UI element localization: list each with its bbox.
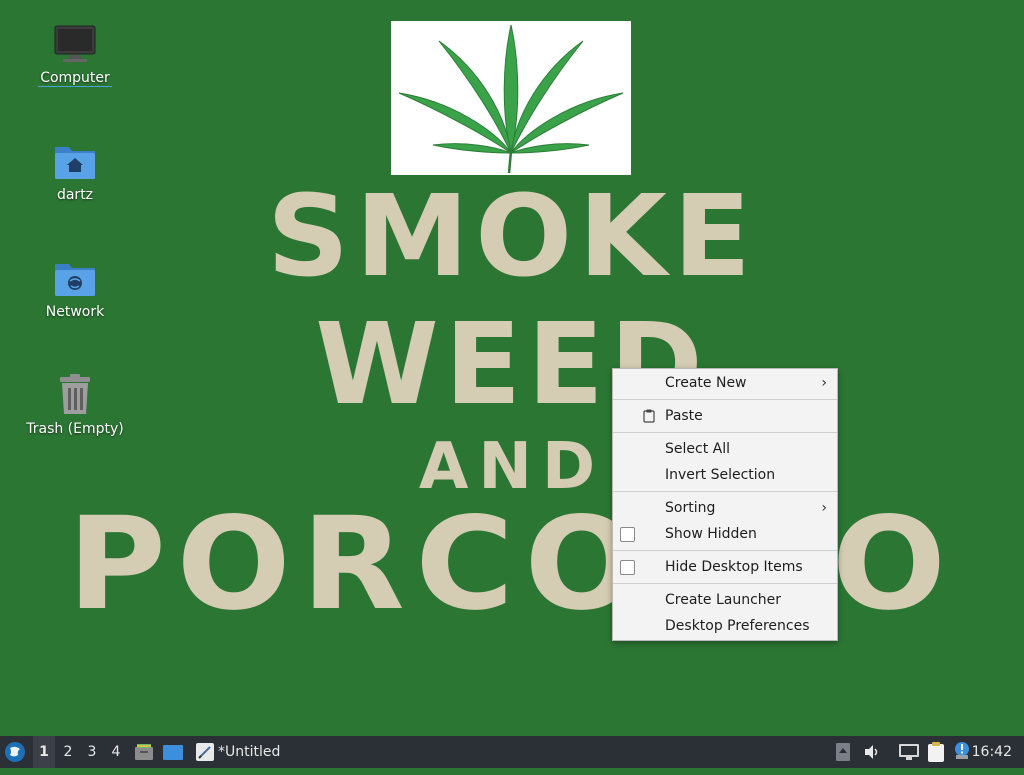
menu-separator (613, 583, 837, 584)
home-folder-icon (53, 139, 97, 183)
menu-item-desktop-preferences[interactable]: Desktop Preferences (613, 613, 837, 639)
paste-icon (643, 409, 655, 423)
desktop-icon-network[interactable]: Network (20, 256, 130, 320)
menu-item-hide-desktop-items[interactable]: Hide Desktop Items (613, 554, 837, 580)
menu-item-invert-selection[interactable]: Invert Selection (613, 462, 837, 488)
chevron-right-icon: › (821, 375, 827, 391)
menu-item-label: Show Hidden (665, 526, 757, 542)
menu-item-select-all[interactable]: Select All (613, 436, 837, 462)
menu-item-label: Select All (665, 441, 730, 457)
menu-separator (613, 491, 837, 492)
workspace-4[interactable]: 4 (105, 736, 127, 768)
menu-item-create-launcher[interactable]: Create Launcher (613, 587, 837, 613)
desktop-icon-home-folder[interactable]: dartz (20, 139, 130, 203)
desktop-icon-label: Computer (38, 70, 112, 87)
notification-icon (955, 742, 969, 759)
workspace-2[interactable]: 2 (57, 736, 79, 768)
wallpaper-text-line-2: WEED (315, 300, 709, 430)
file-manager-launcher[interactable] (134, 736, 156, 768)
workspace-3[interactable]: 3 (81, 736, 103, 768)
menu-separator (613, 432, 837, 433)
workspace-label: 1 (39, 744, 49, 760)
menu-item-label: Create Launcher (665, 592, 782, 608)
trash-icon (53, 373, 97, 417)
clock[interactable]: 16:42 (972, 736, 1012, 768)
workspace-1[interactable]: 1 (33, 736, 55, 768)
menu-item-label: Desktop Preferences (665, 618, 810, 634)
menu-item-show-hidden[interactable]: Show Hidden (613, 521, 837, 547)
start-menu-icon (5, 742, 25, 762)
desktop-context-menu: Create New › Paste Select All Invert Sel… (612, 368, 838, 641)
cannabis-leaf-icon (398, 24, 624, 174)
desktop-icon-label: dartz (56, 187, 94, 203)
desktop-icon-trash[interactable]: Trash (Empty) (20, 373, 130, 437)
hide-desktop-items-checkbox[interactable] (620, 560, 635, 575)
workspace-label: 2 (63, 744, 73, 760)
volume-button[interactable] (862, 736, 884, 768)
volume-icon (865, 745, 878, 759)
network-status-button[interactable] (898, 736, 920, 768)
wallpaper: SMOKE WEED AND PORCODIO (0, 0, 1024, 736)
cannabis-leaf-image (391, 21, 631, 175)
task-item-untitled[interactable]: *Untitled (192, 736, 284, 768)
desktop-icon-label: Trash (Empty) (26, 421, 124, 437)
menu-item-label: Sorting (665, 500, 716, 516)
network-icon (899, 744, 919, 760)
workspace-label: 4 (111, 744, 121, 760)
task-title: *Untitled (218, 744, 281, 760)
menu-item-label: Create New (665, 375, 747, 391)
desktop-icon (163, 745, 183, 760)
up-arrow-icon (836, 743, 850, 761)
text-editor-icon (196, 743, 214, 761)
wallpaper-text-line-1: SMOKE (266, 172, 758, 302)
show-desktop-button[interactable] (162, 736, 184, 768)
menu-item-create-new[interactable]: Create New › (613, 370, 837, 396)
clipboard-icon (928, 742, 944, 762)
menu-separator (613, 550, 837, 551)
wallpaper-text-line-4: PORCODIO (67, 490, 957, 639)
clipboard-button[interactable] (926, 736, 948, 768)
menu-separator (613, 399, 837, 400)
desktop-icon-computer[interactable]: Computer (20, 22, 130, 87)
chevron-right-icon: › (821, 500, 827, 516)
taskbar-panel: 1 2 3 4 *Untitled 16:42 (0, 736, 1024, 768)
start-menu-button[interactable] (4, 736, 28, 768)
network-folder-icon (53, 256, 97, 300)
menu-item-label: Hide Desktop Items (665, 559, 803, 575)
file-manager-icon (135, 744, 153, 760)
menu-item-label: Invert Selection (665, 467, 776, 483)
tray-arrow-button[interactable] (835, 736, 853, 768)
show-hidden-checkbox[interactable] (620, 527, 635, 542)
desktop-icon-label: Network (45, 304, 105, 320)
menu-item-label: Paste (665, 408, 703, 424)
workspace-label: 3 (87, 744, 97, 760)
menu-item-paste[interactable]: Paste (613, 403, 837, 429)
computer-icon (53, 22, 97, 66)
menu-item-sorting[interactable]: Sorting › (613, 495, 837, 521)
